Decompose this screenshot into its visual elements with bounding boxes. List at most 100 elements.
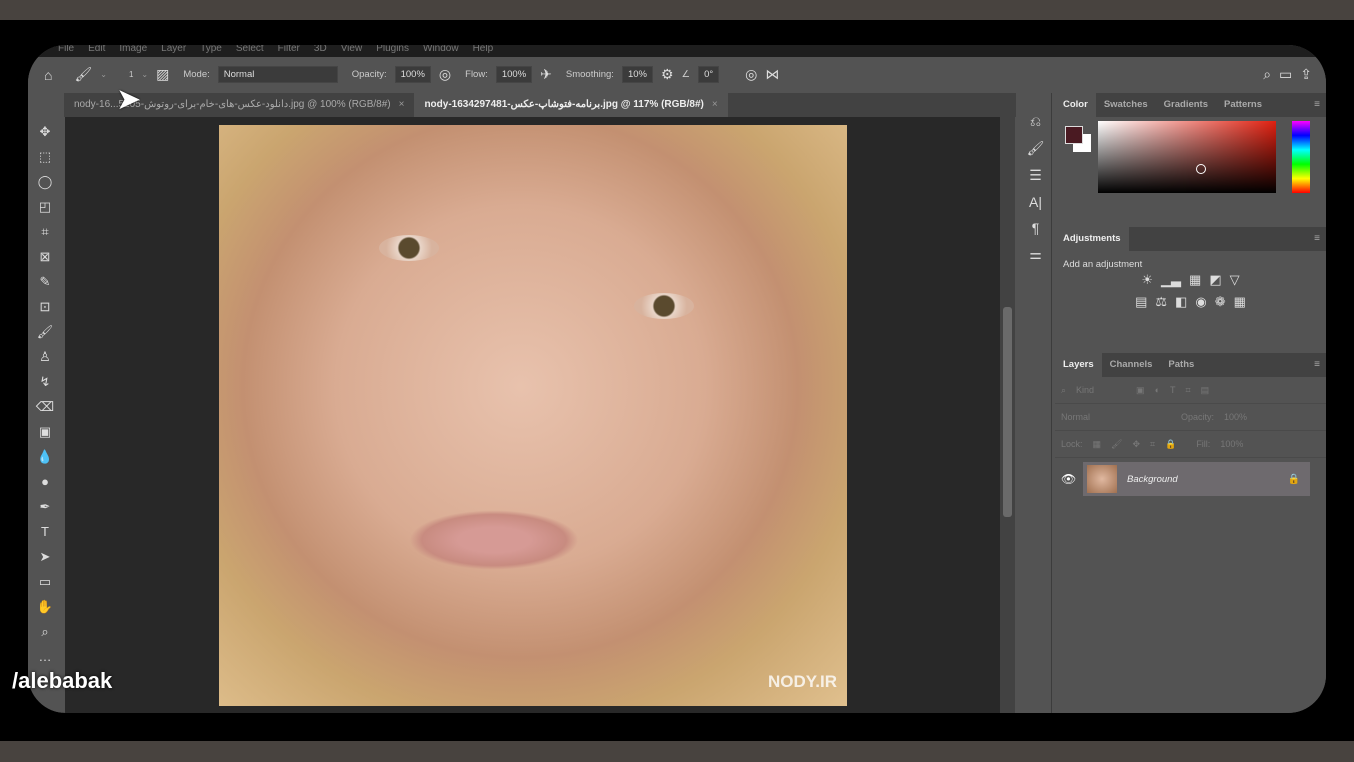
marquee-tool-icon[interactable]: ⬚ xyxy=(39,148,51,166)
pressure-opacity-icon[interactable]: ◎ xyxy=(439,66,451,83)
menu-filter[interactable]: Filter xyxy=(278,45,300,57)
tab-swatches[interactable]: Swatches xyxy=(1096,93,1156,117)
search-icon[interactable]: ⌕ xyxy=(1263,66,1271,83)
adjust-sliders-icon[interactable]: ⚌ xyxy=(1029,246,1042,263)
tab-patterns[interactable]: Patterns xyxy=(1216,93,1270,117)
brightness-icon[interactable]: ☀ xyxy=(1141,272,1153,288)
menu-view[interactable]: View xyxy=(341,45,363,57)
layer-row-background[interactable]: 👁 Background 🔒 xyxy=(1061,462,1310,496)
exposure-icon[interactable]: ◩ xyxy=(1209,272,1221,288)
object-select-tool-icon[interactable]: ◰ xyxy=(39,198,51,216)
panel-menu-icon[interactable]: ≡ xyxy=(1314,359,1320,370)
gear-icon[interactable]: ⚙ xyxy=(661,66,674,83)
filter-shape-icon[interactable]: ⌗ xyxy=(1186,385,1191,396)
menu-image[interactable]: Image xyxy=(119,45,147,57)
type-tool-icon[interactable]: T xyxy=(41,523,49,541)
brush-preset-icon[interactable]: 🖌 xyxy=(74,66,92,83)
frame-tool-icon[interactable]: ⊠ xyxy=(40,248,51,266)
filter-smart-icon[interactable]: ▤ xyxy=(1201,385,1210,396)
menu-layer[interactable]: Layer xyxy=(161,45,186,57)
tab-layers[interactable]: Layers xyxy=(1055,353,1102,377)
blend-mode-select[interactable]: Normal xyxy=(1061,412,1171,422)
visibility-eye-icon[interactable]: 👁 xyxy=(1061,472,1076,486)
curves-icon[interactable]: ▦ xyxy=(1189,272,1201,288)
black-white-icon[interactable]: ◧ xyxy=(1175,294,1187,310)
vibrance-icon[interactable]: ▽ xyxy=(1230,272,1240,288)
blur-tool-icon[interactable]: 💧 xyxy=(37,448,53,466)
healing-tool-icon[interactable]: ⊡ xyxy=(40,298,51,316)
foreground-color-swatch[interactable] xyxy=(1065,126,1083,144)
menu-help[interactable]: Help xyxy=(473,45,494,57)
tab-color[interactable]: Color xyxy=(1055,93,1096,117)
tab-document-2[interactable]: nody-1634297481-برنامه-فتوشاپ-عکس.jpg @ … xyxy=(414,93,728,117)
symmetry-icon[interactable]: ⋈ xyxy=(765,66,779,83)
menu-type[interactable]: Type xyxy=(200,45,222,57)
filter-type-icon[interactable]: T xyxy=(1170,385,1176,395)
lock-all-icon[interactable]: 🔒 xyxy=(1165,439,1176,450)
layer-opacity-input[interactable]: 100% xyxy=(1224,412,1247,422)
menu-file[interactable]: File xyxy=(58,45,74,57)
color-lookup-icon[interactable]: ▦ xyxy=(1234,294,1246,310)
lock-paint-icon[interactable]: 🖌 xyxy=(1111,439,1122,450)
properties-icon[interactable]: ☰ xyxy=(1029,167,1042,184)
smoothing-input[interactable]: 10% xyxy=(621,66,653,83)
scroll-thumb[interactable] xyxy=(1003,307,1012,517)
menu-select[interactable]: Select xyxy=(236,45,264,57)
character-icon[interactable]: A| xyxy=(1029,194,1042,210)
lock-pixels-icon[interactable]: ▦ xyxy=(1093,439,1102,450)
crop-tool-icon[interactable]: ⌗ xyxy=(41,223,48,241)
menu-window[interactable]: Window xyxy=(423,45,459,57)
eraser-tool-icon[interactable]: ⌫ xyxy=(36,398,54,416)
document-image[interactable]: NODY.IR xyxy=(219,125,847,706)
angle-input[interactable]: 0° xyxy=(698,66,720,83)
channel-mixer-icon[interactable]: ❁ xyxy=(1215,294,1226,310)
filter-adjust-icon[interactable]: ◐ xyxy=(1155,385,1160,395)
brush-tool-icon[interactable]: 🖌 xyxy=(37,323,54,341)
menu-plugins[interactable]: Plugins xyxy=(376,45,409,57)
tab-paths[interactable]: Paths xyxy=(1160,353,1202,377)
kind-filter[interactable]: Kind xyxy=(1076,385,1126,395)
pressure-size-icon[interactable]: ◎ xyxy=(745,66,757,83)
opacity-input[interactable]: 100% xyxy=(394,66,431,83)
path-select-tool-icon[interactable]: ➤ xyxy=(40,548,51,566)
vertical-scrollbar[interactable] xyxy=(1000,117,1015,713)
mode-select[interactable]: Normal xyxy=(217,66,338,83)
history-icon[interactable]: ⎌ xyxy=(1030,113,1041,130)
menu-edit[interactable]: Edit xyxy=(88,45,105,57)
lock-artboard-icon[interactable]: ⌗ xyxy=(1150,439,1155,450)
close-icon[interactable]: × xyxy=(712,99,718,110)
pen-tool-icon[interactable]: ✒ xyxy=(40,498,51,516)
filter-pixel-icon[interactable]: ▣ xyxy=(1136,385,1145,396)
flow-input[interactable]: 100% xyxy=(495,66,533,83)
paragraph-icon[interactable]: ¶ xyxy=(1032,220,1040,236)
lock-position-icon[interactable]: ✥ xyxy=(1132,439,1140,450)
tab-channels[interactable]: Channels xyxy=(1102,353,1161,377)
zoom-tool-icon[interactable]: ⌕ xyxy=(41,623,48,641)
panel-menu-icon[interactable]: ≡ xyxy=(1314,233,1320,244)
airbrush-icon[interactable]: ✈ xyxy=(540,66,552,83)
brush-settings-icon[interactable]: 🖌 xyxy=(1027,140,1045,157)
close-icon[interactable]: × xyxy=(399,99,405,110)
canvas-area[interactable]: NODY.IR xyxy=(65,117,1000,713)
more-tools-icon[interactable]: … xyxy=(39,648,52,666)
share-icon[interactable]: ⇪ xyxy=(1300,66,1312,83)
brush-size[interactable]: 1 xyxy=(129,70,133,79)
tab-gradients[interactable]: Gradients xyxy=(1156,93,1216,117)
hue-slider[interactable] xyxy=(1292,121,1310,193)
gradient-tool-icon[interactable]: ▣ xyxy=(39,423,51,441)
hand-tool-icon[interactable]: ✋ xyxy=(37,598,53,616)
history-brush-tool-icon[interactable]: ↯ xyxy=(40,373,51,391)
photo-filter-icon[interactable]: ◉ xyxy=(1195,294,1206,310)
home-icon[interactable]: ⌂ xyxy=(44,67,52,83)
fill-input[interactable]: 100% xyxy=(1220,439,1243,449)
lasso-tool-icon[interactable]: ◯ xyxy=(38,173,53,191)
workspace-icon[interactable]: ▭ xyxy=(1279,66,1292,83)
brush-panel-icon[interactable]: ▨ xyxy=(156,66,169,83)
color-picker-handle[interactable] xyxy=(1196,164,1206,174)
menu-3d[interactable]: 3D xyxy=(314,45,327,57)
stamp-tool-icon[interactable]: ♙ xyxy=(39,348,51,366)
hue-saturation-icon[interactable]: ▤ xyxy=(1135,294,1147,310)
panel-menu-icon[interactable]: ≡ xyxy=(1314,99,1320,110)
chevron-down-icon[interactable]: ⌄ xyxy=(141,70,148,79)
dodge-tool-icon[interactable]: ● xyxy=(41,473,49,491)
